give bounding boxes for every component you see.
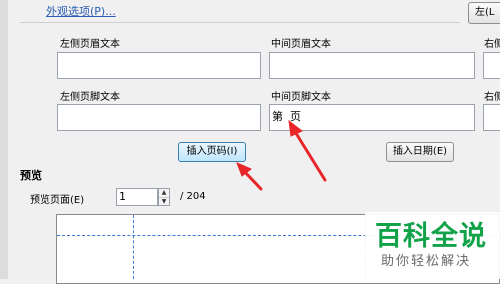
spinner-down-icon[interactable]: ▼	[159, 198, 169, 206]
center-header-label: 中间页眉文本	[271, 39, 331, 50]
preview-page-value: 1	[119, 190, 126, 203]
watermark-title: 百科全说	[375, 221, 487, 252]
center-header-input[interactable]	[269, 52, 475, 79]
right-footer-input[interactable]	[483, 104, 500, 131]
preview-guide-left	[133, 215, 134, 279]
insert-date-button[interactable]: 插入日期(E)	[386, 142, 454, 162]
appearance-options-link[interactable]: 外观选项(P)...	[46, 3, 116, 19]
preview-page-total: / 204	[180, 191, 206, 202]
top-divider	[20, 22, 460, 23]
left-header-label: 左侧页眉文本	[60, 39, 120, 50]
center-footer-input[interactable]: 第 页	[269, 104, 475, 131]
right-header-input[interactable]	[483, 52, 500, 79]
left-accent-bar	[0, 0, 8, 279]
right-header-label: 右侧	[484, 39, 500, 50]
arrow-head-button	[236, 162, 252, 177]
preview-page-input[interactable]: 1	[116, 188, 158, 206]
left-header-input[interactable]	[57, 52, 261, 79]
arrow-to-insert-button	[241, 168, 263, 191]
right-footer-label: 右侧	[484, 92, 500, 103]
top-right-button[interactable]: 左(L	[468, 2, 500, 24]
left-footer-label: 左侧页脚文本	[60, 92, 120, 103]
insert-page-number-button[interactable]: 插入页码(I)	[178, 142, 246, 162]
preview-page-label: 预览页面(E)	[30, 195, 85, 206]
center-footer-value: 第 页	[272, 110, 301, 123]
center-footer-label: 中间页脚文本	[271, 92, 331, 103]
preview-title: 预览	[20, 169, 42, 182]
watermark-subtitle: 助你轻松解决	[381, 254, 472, 269]
left-footer-input[interactable]	[57, 104, 261, 131]
page-spinner[interactable]: ▲ ▼	[158, 188, 170, 206]
arrow-to-footer-field	[292, 128, 327, 182]
spinner-up-icon[interactable]: ▲	[159, 189, 169, 198]
